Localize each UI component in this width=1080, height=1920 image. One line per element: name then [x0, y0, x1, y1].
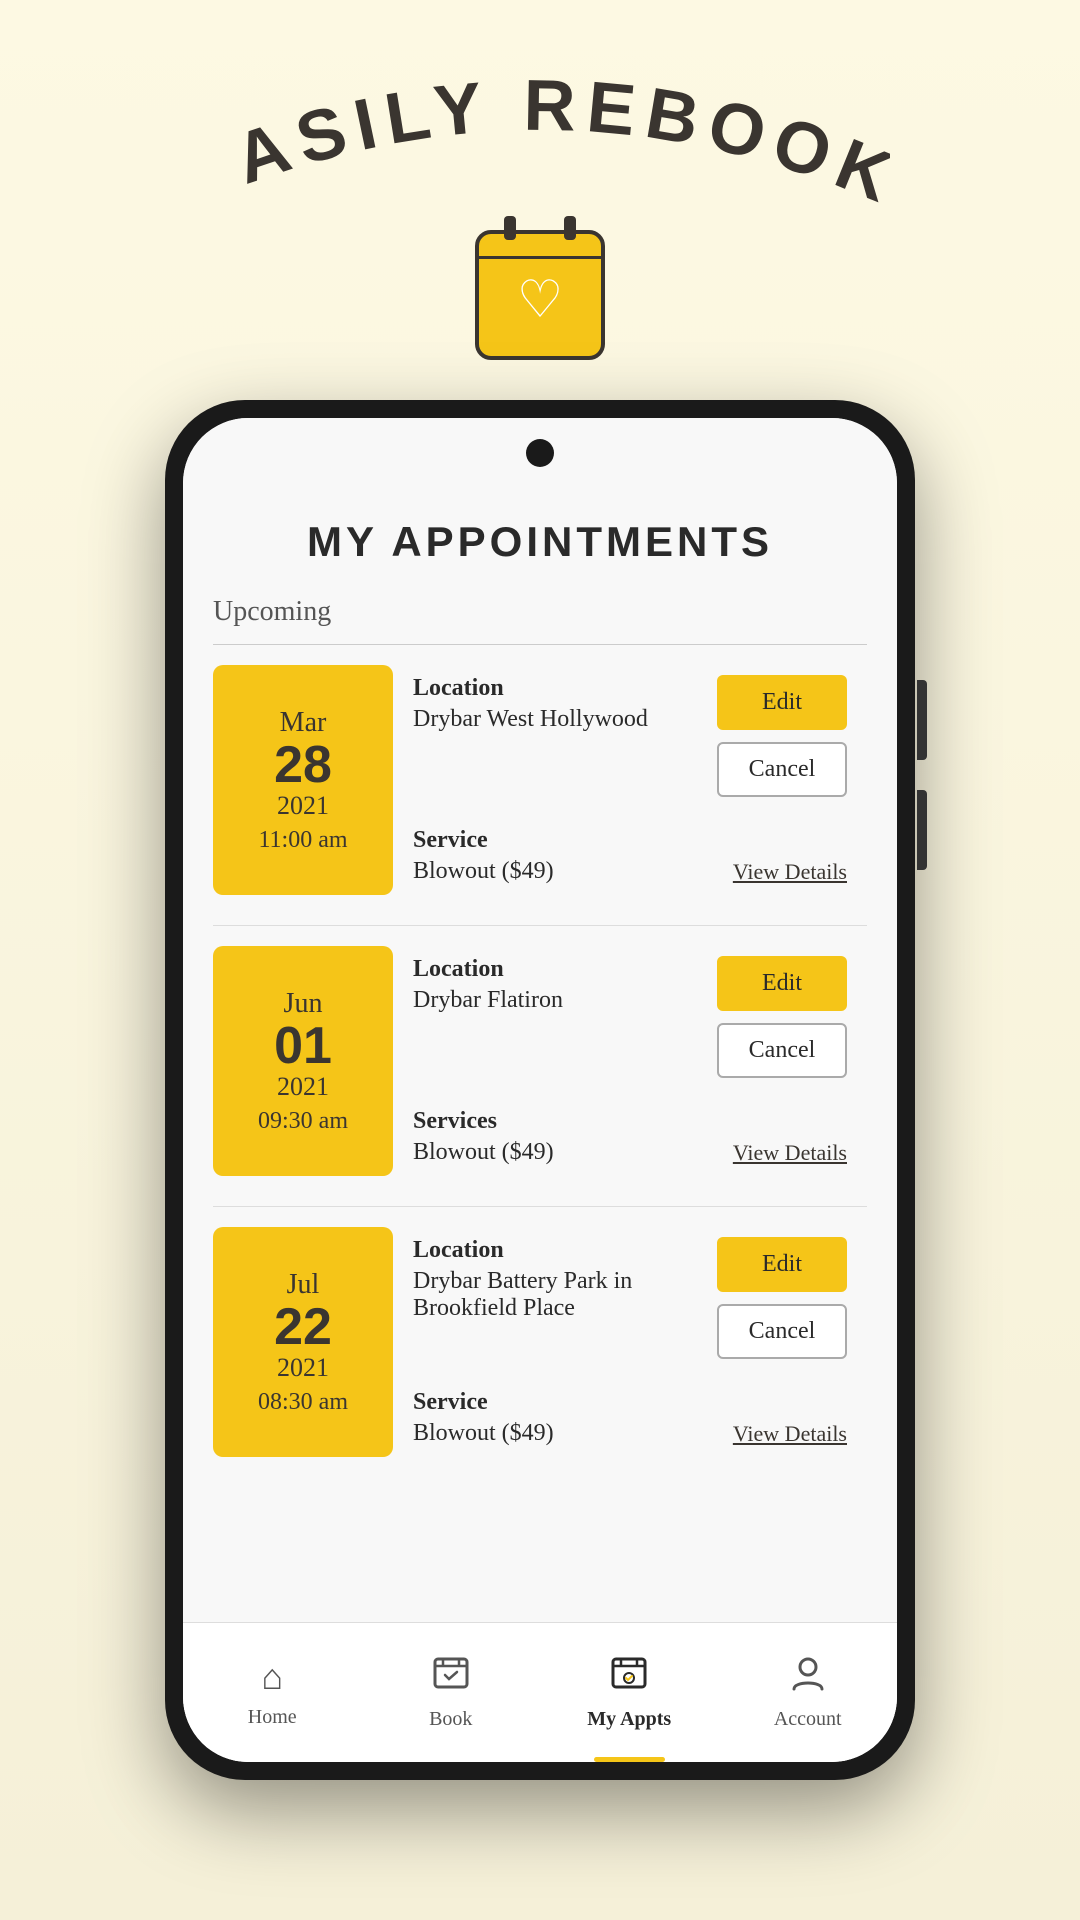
card-top-1: Location Drybar West Hollywood Edit Canc… [413, 675, 847, 797]
location-label-1: Location [413, 675, 701, 702]
my-appts-icon [611, 1655, 647, 1700]
location-value-2: Drybar Flatiron [413, 987, 701, 1014]
view-details-link-1[interactable]: View Details [733, 859, 847, 885]
date-day-3: 22 [274, 1301, 332, 1353]
phone-mockup: MY APPOINTMENTS Upcoming Mar 28 2021 11:… [165, 400, 915, 1780]
card-buttons-1: Edit Cancel [717, 675, 847, 797]
service-info-2: Services Blowout ($49) [413, 1108, 733, 1166]
arc-title: EASILY REBOOK [190, 80, 890, 220]
section-divider [213, 644, 867, 645]
card-details-1: Location Drybar West Hollywood Edit Canc… [393, 665, 867, 895]
view-details-link-3[interactable]: View Details [733, 1421, 847, 1447]
service-info-3: Service Blowout ($49) [413, 1389, 733, 1447]
service-value-2: Blowout ($49) [413, 1139, 733, 1166]
heart-icon: ♡ [517, 270, 564, 330]
table-row: Mar 28 2021 11:00 am Location Drybar Wes… [213, 665, 867, 895]
date-block-2: Jun 01 2021 09:30 am [213, 946, 393, 1176]
account-icon [790, 1655, 826, 1700]
card-top-3: Location Drybar Battery Park in Brookfie… [413, 1237, 847, 1359]
location-label-3: Location [413, 1237, 701, 1264]
nav-label-home: Home [248, 1706, 297, 1729]
screen-content: MY APPOINTMENTS Upcoming Mar 28 2021 11:… [183, 488, 897, 1762]
date-day-1: 28 [274, 739, 332, 791]
date-time-3: 08:30 am [258, 1389, 348, 1416]
bottom-nav: ⌂ Home Book [183, 1622, 897, 1762]
cancel-button-1[interactable]: Cancel [717, 742, 847, 797]
appointments-list[interactable]: Upcoming Mar 28 2021 11:00 am Location [183, 586, 897, 1622]
header-area: EASILY REBOOK ♡ [0, 0, 1080, 400]
service-info-1: Service Blowout ($49) [413, 827, 733, 885]
table-row: Jul 22 2021 08:30 am Location Drybar Bat… [213, 1227, 867, 1457]
date-time-1: 11:00 am [258, 827, 347, 854]
date-month-3: Jul [287, 1269, 320, 1301]
date-year-3: 2021 [277, 1353, 329, 1383]
phone-screen: MY APPOINTMENTS Upcoming Mar 28 2021 11:… [183, 418, 897, 1762]
app-title: MY APPOINTMENTS [183, 488, 897, 586]
service-label-2: Services [413, 1108, 733, 1135]
nav-label-account: Account [774, 1708, 842, 1731]
date-block-1: Mar 28 2021 11:00 am [213, 665, 393, 895]
card-bottom-2: Services Blowout ($49) View Details [413, 1108, 847, 1166]
card-info-2: Location Drybar Flatiron [413, 956, 701, 1014]
date-month-1: Mar [280, 707, 327, 739]
date-block-3: Jul 22 2021 08:30 am [213, 1227, 393, 1457]
nav-item-my-appts[interactable]: My Appts [540, 1623, 719, 1762]
book-icon [433, 1655, 469, 1700]
card-bottom-1: Service Blowout ($49) View Details [413, 827, 847, 885]
date-year-1: 2021 [277, 791, 329, 821]
card-details-2: Location Drybar Flatiron Edit Cancel Ser… [393, 946, 867, 1176]
view-details-link-2[interactable]: View Details [733, 1140, 847, 1166]
cancel-button-2[interactable]: Cancel [717, 1023, 847, 1078]
phone-notch [183, 418, 897, 488]
card-info-1: Location Drybar West Hollywood [413, 675, 701, 733]
camera-dot [526, 439, 554, 467]
cancel-button-3[interactable]: Cancel [717, 1304, 847, 1359]
card-info-3: Location Drybar Battery Park in Brookfie… [413, 1237, 701, 1322]
edit-button-2[interactable]: Edit [717, 956, 847, 1011]
home-icon: ⌂ [261, 1656, 283, 1698]
nav-label-book: Book [429, 1708, 472, 1731]
card-divider-2 [213, 1206, 867, 1207]
date-day-2: 01 [274, 1020, 332, 1072]
date-year-2: 2021 [277, 1072, 329, 1102]
svg-text:EASILY REBOOK: EASILY REBOOK [190, 80, 890, 220]
section-label: Upcoming [213, 596, 867, 628]
nav-label-my-appts: My Appts [587, 1708, 671, 1731]
card-bottom-3: Service Blowout ($49) View Details [413, 1389, 847, 1447]
nav-item-home[interactable]: ⌂ Home [183, 1623, 362, 1762]
nav-item-account[interactable]: Account [719, 1623, 898, 1762]
service-label-1: Service [413, 827, 733, 854]
date-month-2: Jun [284, 988, 323, 1020]
card-details-3: Location Drybar Battery Park in Brookfie… [393, 1227, 867, 1457]
date-time-2: 09:30 am [258, 1108, 348, 1135]
location-value-1: Drybar West Hollywood [413, 706, 701, 733]
nav-item-book[interactable]: Book [362, 1623, 541, 1762]
edit-button-1[interactable]: Edit [717, 675, 847, 730]
card-divider-1 [213, 925, 867, 926]
table-row: Jun 01 2021 09:30 am Location Drybar Fla… [213, 946, 867, 1176]
service-label-3: Service [413, 1389, 733, 1416]
card-top-2: Location Drybar Flatiron Edit Cancel [413, 956, 847, 1078]
location-value-3: Drybar Battery Park in Brookfield Place [413, 1268, 701, 1322]
card-buttons-2: Edit Cancel [717, 956, 847, 1078]
location-label-2: Location [413, 956, 701, 983]
service-value-3: Blowout ($49) [413, 1420, 733, 1447]
edit-button-3[interactable]: Edit [717, 1237, 847, 1292]
calendar-icon: ♡ [475, 230, 605, 360]
card-buttons-3: Edit Cancel [717, 1237, 847, 1359]
service-value-1: Blowout ($49) [413, 858, 733, 885]
